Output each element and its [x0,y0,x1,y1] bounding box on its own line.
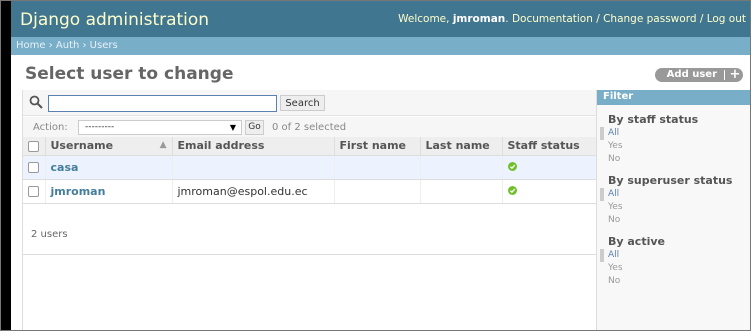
action-select-value: --------- [85,122,115,132]
select-all-checkbox[interactable] [28,140,39,152]
site-brand[interactable]: Django administration [20,10,209,30]
browser-frame: Django administration Welcome, jmroman. … [0,0,751,331]
add-user-separator [724,70,725,80]
column-header-first-name[interactable]: First name [333,137,420,156]
add-user-label: Add user [666,69,717,80]
plus-icon: + [729,67,741,82]
filter-option[interactable]: All [597,249,750,262]
table-row: casa [23,155,597,180]
changelist: Search Action: --------- ▼ Go 0 of 2 sel… [22,90,597,330]
table-header-row: Username ▲ Email address First name Last … [23,137,597,156]
page-title: Select user to change [25,64,234,84]
username-cell: jmroman [44,179,172,204]
current-username: jmroman [452,13,506,25]
results-table: Username ▲ Email address First name Last … [23,137,597,204]
actions-bar: Action: --------- ▼ Go 0 of 2 selected [23,117,597,137]
filter-option[interactable]: No [597,275,750,288]
row-select-cell [23,155,45,180]
admin-header: Django administration Welcome, jmroman. … [11,1,750,37]
row-select-cell [23,179,45,204]
filter-group-title: By staff status [608,113,699,126]
add-user-button[interactable]: Add user + [655,68,743,82]
filter-option[interactable]: Yes [597,262,750,275]
username-cell: casa [44,155,172,180]
column-header-staff-status[interactable]: Staff status [501,137,597,156]
filter-option[interactable]: No [597,153,750,166]
user-tools-links[interactable]: . Documentation / Change password / Log … [505,13,746,25]
filter-option[interactable]: No [597,214,750,227]
paginator: 2 users [23,217,597,255]
search-icon [29,95,43,109]
column-header-username[interactable]: Username ▲ [44,137,172,156]
filter-title: Filter [597,90,750,105]
column-header-email[interactable]: Email address [171,137,334,156]
last-name-cell [419,179,502,204]
dropdown-arrow-icon: ▼ [229,123,236,132]
go-button[interactable]: Go [245,120,264,135]
search-toolbar: Search [23,90,597,116]
select-all-cell [23,137,45,156]
username-link[interactable]: casa [51,161,79,174]
filter-option[interactable]: All [597,127,750,140]
selected-count: 0 of 2 selected [272,122,347,133]
filter-options: All Yes No [597,188,750,227]
filter-options: All Yes No [597,127,750,166]
sort-ascending-icon[interactable]: ▲ [160,140,167,150]
filter-group-title: By active [608,235,665,248]
action-select[interactable]: --------- ▼ [78,120,242,135]
staff-status-cell [501,179,597,204]
check-icon [507,185,517,195]
user-tools: Welcome, jmroman. Documentation / Change… [398,13,746,25]
result-count: 2 users [31,229,68,240]
row-checkbox[interactable] [28,162,39,173]
filter-option[interactable]: Yes [597,140,750,153]
column-header-last-name[interactable]: Last name [419,137,502,156]
filter-sidebar: Filter By staff status All Yes No By sup… [596,90,750,330]
filter-option[interactable]: Yes [597,201,750,214]
breadcrumb[interactable]: Home › Auth › Users [11,37,750,55]
staff-status-cell [501,155,597,180]
check-icon [507,161,517,171]
action-label: Action: [33,122,68,133]
filter-group-title: By superuser status [608,174,733,187]
last-name-cell [419,155,502,180]
first-name-cell [333,179,420,204]
table-row: jmroman jmroman@espol.edu.ec [23,179,597,204]
filter-options: All Yes No [597,249,750,288]
filter-option[interactable]: All [597,188,750,201]
first-name-cell [333,155,420,180]
email-cell: jmroman@espol.edu.ec [171,179,334,204]
search-button[interactable]: Search [280,95,325,111]
welcome-text: Welcome, [398,13,453,25]
window-edge [1,1,11,330]
search-input[interactable] [48,95,277,112]
email-cell [171,155,334,180]
row-checkbox[interactable] [28,186,39,197]
username-link[interactable]: jmroman [51,185,106,198]
